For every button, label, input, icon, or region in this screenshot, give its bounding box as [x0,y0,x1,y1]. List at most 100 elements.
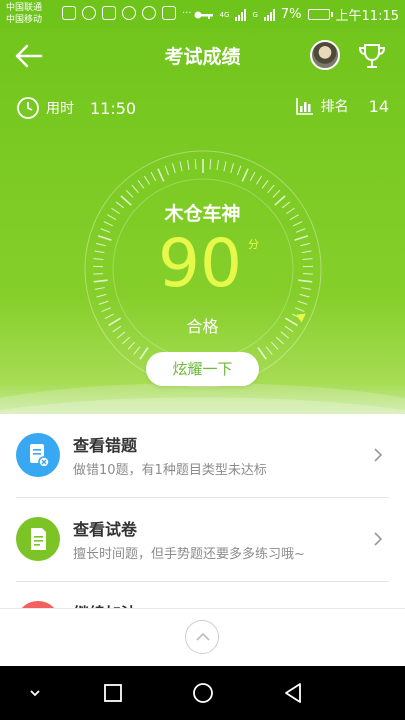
time-value: 11:50 [90,98,137,118]
gauge-tick [301,287,312,290]
recent-apps-icon[interactable] [100,680,126,706]
gauge-tick [265,346,273,355]
gauge-tick [93,279,108,283]
page-title: 考试成绩 [164,46,241,68]
item-subtitle: 擅长时间题，但手势题还要多多练习哦~ [73,547,305,562]
gauge-tick [164,165,170,176]
alarm-icon [82,6,96,20]
gauge-tick [127,341,136,350]
gauge-tick [302,258,313,261]
action-list: 查看错题 做错10题，有1种题目类型未达标 查看试卷 擅长时间题，但手势题还要多… [0,414,405,622]
signal-icon-2 [263,8,275,21]
gauge-tick [261,179,269,189]
gauge-tick [131,184,139,194]
gauge-tick [270,341,279,350]
gauge-tick [300,242,311,247]
gauge-tick [122,336,131,345]
gauge-tick [125,189,134,198]
time-label: 用时 [46,101,74,117]
network-2: G [252,10,258,19]
gauge-tick [187,160,190,171]
user-nickname: 木仓车神 [164,203,241,225]
item-title: 查看试卷 [73,520,138,539]
carrier-labels: 中国联通 中国移动 [6,2,42,26]
chevron-down-icon[interactable] [22,680,48,706]
gauge-tick [95,242,106,247]
gauge-tick [299,293,310,298]
gauge-tick [255,175,263,185]
status-right: 4G G 7% 上午11:15 [194,5,399,24]
system-nav-bar [0,666,405,720]
rank-value: 14 [368,96,389,116]
title-bar: 考试成绩 [0,28,405,84]
gauge-tick [150,171,157,182]
gauge-tick [216,160,219,171]
score-value: 90 [158,225,242,302]
stats-row: 用时 11:50 排名 14 [0,92,405,124]
chevron-right-icon [374,532,383,546]
gauge-tick [137,179,145,189]
carrier-2: 中国移动 [6,15,43,25]
trophy-icon[interactable] [356,40,388,72]
status-bar: 中国联通 中国移动 ··· 4G G 7% 上午11:15 [0,0,405,28]
pass-status: 合格 [186,317,219,336]
gauge-tick [171,163,176,174]
home-icon[interactable] [190,680,216,706]
back-icon[interactable] [280,680,306,706]
avatar[interactable] [310,40,340,70]
notification-icons: ··· [62,6,192,20]
item-subtitle: 做错10题，有1种题目类型未达标 [73,463,267,478]
gauge-tick [143,175,151,185]
list-item-wrong-questions[interactable]: 查看错题 做错10题，有1种题目类型未达标 [16,414,389,498]
gauge-tick [98,300,109,305]
cloud-icon [142,6,156,20]
gauge-tick [179,161,183,172]
bottom-bar [0,608,405,666]
gauge-tick [93,258,104,261]
list-item-exam-paper[interactable]: 查看试卷 擅长时间题，但手势题还要多多练习哦~ [16,498,389,582]
wrong-questions-icon [16,433,60,477]
more-icon: ··· [182,7,192,19]
rank-label: 排名 [320,99,349,115]
gauge-tick [295,307,305,313]
exam-paper-icon [16,517,60,561]
gauge-tick [272,189,281,198]
clock-icon [17,97,39,119]
rank: 排名 14 [295,96,389,116]
gauge-tick [223,161,227,172]
app-icon [102,6,116,20]
gauge-tick [267,184,275,194]
gauge-tick [157,168,165,182]
gauge-tick [97,235,112,241]
battery-percent: 7% [280,7,302,22]
key-icon [194,11,213,19]
chevron-right-icon [374,448,383,462]
gauge-tick [295,228,306,233]
gauge-tick [301,250,312,254]
gauge-tick [96,293,107,298]
clock: 上午11:15 [335,9,399,24]
bar-chart-icon [295,98,313,115]
network-1: 4G [219,10,230,19]
gauge-tick [297,300,308,305]
gauge-tick [241,168,249,182]
gauge-tick [257,347,267,360]
item-title: 查看错题 [73,436,138,455]
signal-icon-1 [235,8,247,21]
gauge-tick [139,347,149,360]
gauge-tick [275,336,284,345]
image-icon [162,6,176,20]
play-icon [122,6,136,20]
gauge-tick [194,159,197,170]
chevron-up-icon [196,632,210,641]
share-button[interactable]: 炫耀一下 [146,352,259,386]
gauge-tick [94,287,105,290]
score-header: 考试成绩 用时 11:50 排名 14 木仓车神 90 分 合格 炫耀一下 [0,28,405,414]
scroll-up-button[interactable] [185,620,219,654]
gauge-tick [249,171,256,182]
gauge-tick [94,250,105,254]
score-unit: 分 [248,238,259,251]
time-used: 用时 11:50 [16,96,136,120]
carrier-1: 中国联通 [6,3,43,13]
gauge-tick [294,235,309,241]
